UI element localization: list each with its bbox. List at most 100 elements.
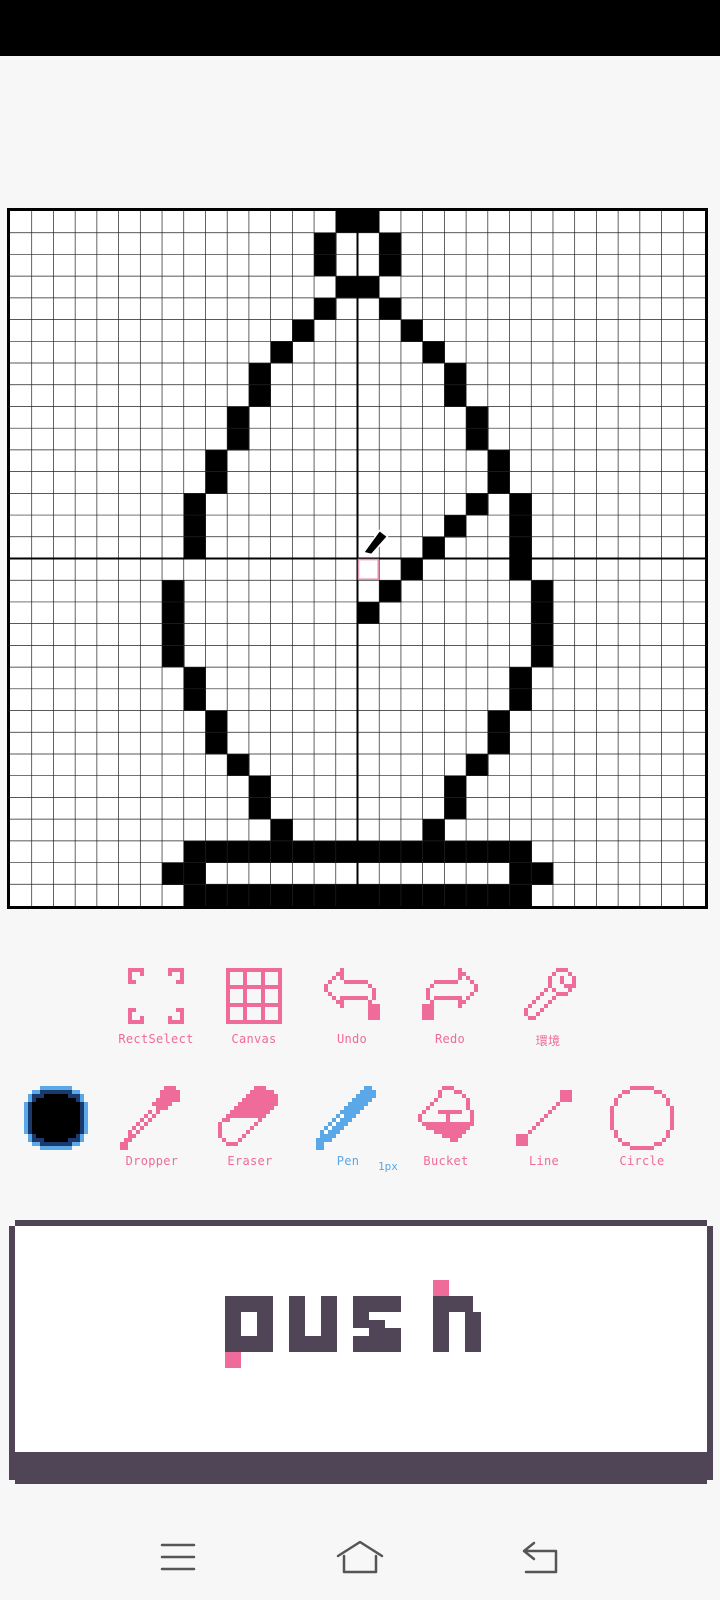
pixel	[357, 884, 380, 907]
pixel	[292, 840, 315, 864]
pixel	[444, 384, 467, 407]
pixel	[314, 840, 337, 864]
status-bar	[0, 0, 720, 56]
pixel	[379, 840, 402, 864]
pixel	[487, 710, 511, 733]
pixel	[531, 601, 554, 625]
pixel	[205, 471, 228, 494]
eraser-label: Eraser	[227, 1154, 273, 1168]
pixel	[248, 840, 272, 864]
pixel	[162, 580, 185, 603]
pixel	[509, 536, 532, 559]
pixel	[183, 493, 206, 516]
redo-icon	[422, 968, 478, 1020]
redo-label: Redo	[434, 1032, 466, 1046]
line-tool[interactable]: Line	[496, 1086, 592, 1168]
pixel	[509, 515, 532, 538]
pixel	[205, 710, 228, 733]
circle-tool[interactable]: Circle	[594, 1086, 690, 1168]
pixel	[248, 384, 272, 407]
rect-select-label: RectSelect	[118, 1032, 194, 1046]
eraser-tool[interactable]: Eraser	[202, 1086, 298, 1168]
pixel	[487, 732, 511, 755]
pixel	[227, 406, 250, 429]
menu-icon	[160, 1543, 196, 1571]
pixel	[292, 319, 315, 342]
pixel	[444, 884, 467, 907]
pixel	[466, 884, 489, 907]
wrench-icon	[524, 968, 576, 1020]
pixel	[509, 493, 532, 516]
color-swatch[interactable]	[8, 1086, 104, 1150]
menu-nav-button[interactable]	[148, 1534, 208, 1580]
settings-label: 環境	[535, 1034, 561, 1048]
pixel	[509, 884, 532, 907]
pixel	[400, 840, 424, 864]
pixel	[379, 580, 402, 603]
canvas-tool[interactable]: Canvas	[206, 964, 302, 1046]
pixel	[248, 797, 272, 820]
pixel-canvas[interactable]	[7, 208, 708, 909]
pixel	[379, 232, 402, 255]
pixel	[183, 862, 206, 885]
pixel	[270, 341, 293, 364]
pixel	[183, 884, 206, 907]
grid-icon	[226, 968, 282, 1024]
pixel	[509, 688, 532, 712]
eraser-icon	[218, 1086, 278, 1146]
line-label: Line	[528, 1154, 560, 1168]
pixel	[248, 363, 272, 386]
pixel	[205, 840, 228, 864]
pixel	[314, 297, 337, 321]
pixel	[357, 840, 380, 864]
pixel	[400, 319, 424, 342]
pixel	[314, 884, 337, 907]
redo-button[interactable]: Redo	[402, 964, 498, 1046]
pixel	[531, 862, 554, 885]
pixel	[487, 840, 511, 864]
pixel	[422, 536, 445, 559]
home-nav-button[interactable]	[330, 1534, 390, 1580]
dropper-label: Dropper	[125, 1154, 179, 1168]
pixel	[183, 840, 206, 864]
pixel	[379, 297, 402, 321]
pen-icon	[316, 1086, 376, 1150]
bucket-tool[interactable]: Bucket	[398, 1086, 494, 1168]
pixel	[205, 449, 228, 473]
push-button[interactable]: push	[9, 1220, 713, 1510]
pixel	[509, 558, 532, 581]
pixel	[314, 254, 337, 277]
canvas-label: Canvas	[231, 1032, 277, 1046]
current-color-swatch	[24, 1086, 88, 1150]
pixel	[444, 840, 467, 864]
pixel-grid[interactable]	[7, 208, 708, 909]
pixel	[183, 536, 206, 559]
pixel	[183, 667, 206, 690]
pixel	[379, 254, 402, 277]
bucket-label: Bucket	[423, 1154, 469, 1168]
pixel	[162, 601, 185, 625]
settings-tool[interactable]: 環境	[500, 964, 596, 1049]
pixel	[466, 840, 489, 864]
pixel	[335, 211, 358, 234]
pixel	[227, 428, 250, 451]
pixel	[357, 211, 380, 234]
push-logo	[225, 1280, 481, 1368]
pixel	[487, 884, 511, 907]
rect-select-tool[interactable]: RectSelect	[108, 964, 204, 1046]
circle-icon	[610, 1086, 674, 1150]
bucket-icon	[418, 1086, 474, 1142]
pixel	[183, 515, 206, 538]
pixel	[227, 753, 250, 777]
system-nav-bar	[0, 1512, 720, 1600]
pixel	[444, 515, 467, 538]
back-nav-button[interactable]	[512, 1534, 572, 1580]
pixel	[292, 884, 315, 907]
pixel	[248, 884, 272, 907]
pen-tool[interactable]: Pen	[300, 1086, 396, 1168]
pixel	[422, 819, 445, 842]
dropper-tool[interactable]: Dropper	[104, 1086, 200, 1168]
pixel	[270, 819, 293, 842]
undo-button[interactable]: Undo	[304, 964, 400, 1046]
pixel	[227, 884, 250, 907]
